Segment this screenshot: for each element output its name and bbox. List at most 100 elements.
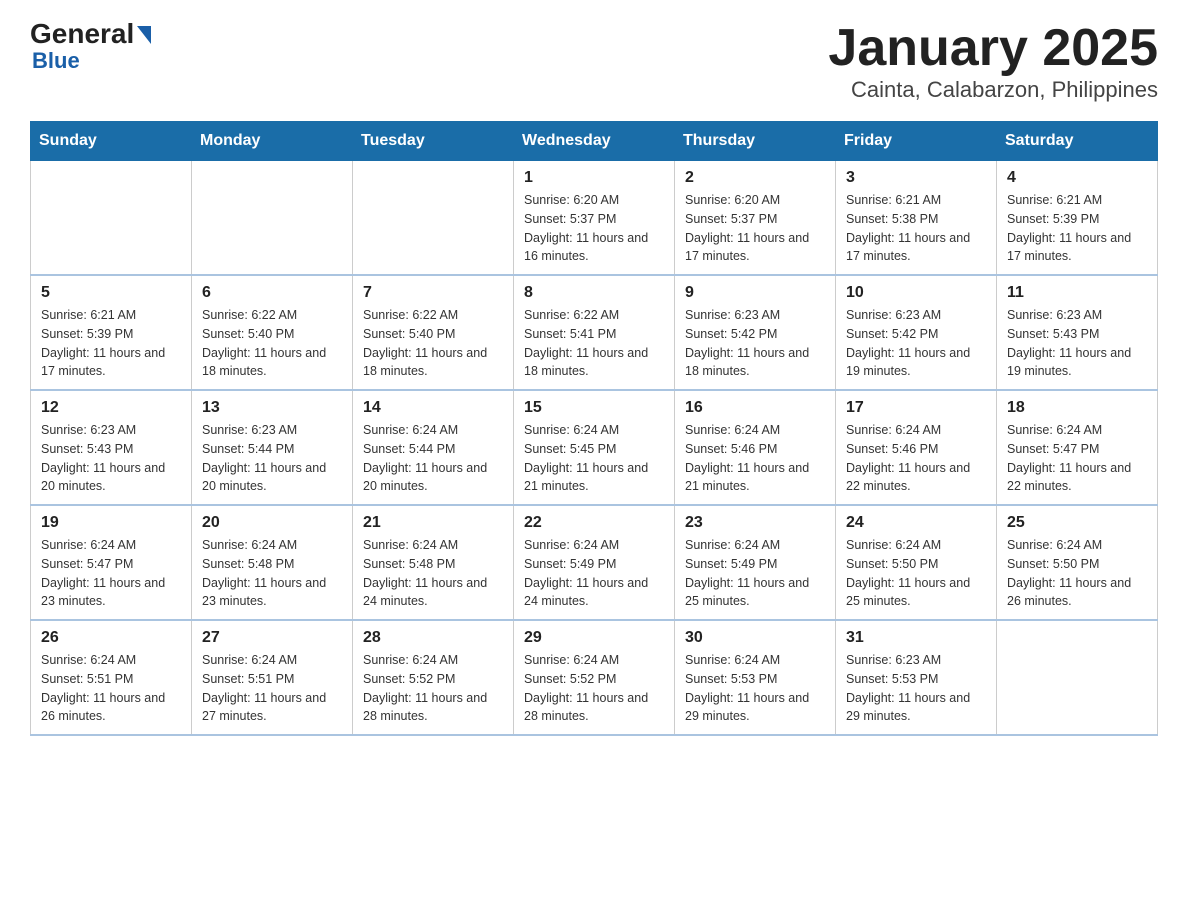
day-info: Sunrise: 6:24 AMSunset: 5:49 PMDaylight:… [685, 536, 825, 611]
calendar-cell: 18 Sunrise: 6:24 AMSunset: 5:47 PMDayligh… [997, 390, 1158, 505]
calendar-cell: 12 Sunrise: 6:23 AMSunset: 5:43 PMDayligh… [31, 390, 192, 505]
day-info: Sunrise: 6:24 AMSunset: 5:50 PMDaylight:… [1007, 536, 1147, 611]
calendar-cell [997, 620, 1158, 735]
calendar-header-tuesday: Tuesday [353, 122, 514, 161]
calendar-cell: 29Sunrise: 6:24 AMSunset: 5:52 PMDayligh… [514, 620, 675, 735]
day-number: 1 [524, 169, 664, 187]
day-info: Sunrise: 6:22 AMSunset: 5:40 PMDaylight:… [363, 306, 503, 381]
day-number: 10 [846, 284, 986, 302]
calendar-cell: 23 Sunrise: 6:24 AMSunset: 5:49 PMDayligh… [675, 505, 836, 620]
calendar-cell: 15 Sunrise: 6:24 AMSunset: 5:45 PMDayligh… [514, 390, 675, 505]
calendar-cell: 22 Sunrise: 6:24 AMSunset: 5:49 PMDayligh… [514, 505, 675, 620]
calendar-cell [31, 161, 192, 276]
day-info: Sunrise: 6:24 AMSunset: 5:44 PMDaylight:… [363, 421, 503, 496]
calendar-cell: 6 Sunrise: 6:22 AMSunset: 5:40 PMDaylight… [192, 275, 353, 390]
day-number: 23 [685, 514, 825, 532]
day-number: 11 [1007, 284, 1147, 302]
calendar-cell: 21 Sunrise: 6:24 AMSunset: 5:48 PMDayligh… [353, 505, 514, 620]
day-number: 12 [41, 399, 181, 417]
day-number: 18 [1007, 399, 1147, 417]
day-info: Sunrise: 6:24 AMSunset: 5:52 PMDaylight:… [524, 651, 664, 726]
day-info: Sunrise: 6:23 AMSunset: 5:43 PMDaylight:… [41, 421, 181, 496]
calendar-cell: 13Sunrise: 6:23 AMSunset: 5:44 PMDayligh… [192, 390, 353, 505]
calendar-cell: 16Sunrise: 6:24 AMSunset: 5:46 PMDayligh… [675, 390, 836, 505]
day-info: Sunrise: 6:24 AMSunset: 5:50 PMDaylight:… [846, 536, 986, 611]
calendar-week-row: 1 Sunrise: 6:20 AMSunset: 5:37 PMDaylight… [31, 161, 1158, 276]
logo-triangle-icon [137, 26, 151, 44]
logo-general-text: General [30, 20, 134, 48]
calendar-cell: 28Sunrise: 6:24 AMSunset: 5:52 PMDayligh… [353, 620, 514, 735]
calendar-week-row: 12 Sunrise: 6:23 AMSunset: 5:43 PMDayligh… [31, 390, 1158, 505]
day-number: 6 [202, 284, 342, 302]
day-info: Sunrise: 6:24 AMSunset: 5:52 PMDaylight:… [363, 651, 503, 726]
calendar-week-row: 5 Sunrise: 6:21 AMSunset: 5:39 PMDaylight… [31, 275, 1158, 390]
calendar-week-row: 19Sunrise: 6:24 AMSunset: 5:47 PMDayligh… [31, 505, 1158, 620]
day-number: 15 [524, 399, 664, 417]
title-block: January 2025 Cainta, Calabarzon, Philipp… [828, 20, 1158, 103]
day-number: 8 [524, 284, 664, 302]
day-info: Sunrise: 6:22 AMSunset: 5:40 PMDaylight:… [202, 306, 342, 381]
day-info: Sunrise: 6:23 AMSunset: 5:43 PMDaylight:… [1007, 306, 1147, 381]
day-number: 20 [202, 514, 342, 532]
day-info: Sunrise: 6:24 AMSunset: 5:49 PMDaylight:… [524, 536, 664, 611]
day-number: 21 [363, 514, 503, 532]
calendar-header-thursday: Thursday [675, 122, 836, 161]
day-info: Sunrise: 6:24 AMSunset: 5:53 PMDaylight:… [685, 651, 825, 726]
calendar-header-monday: Monday [192, 122, 353, 161]
day-number: 27 [202, 629, 342, 647]
day-info: Sunrise: 6:24 AMSunset: 5:46 PMDaylight:… [685, 421, 825, 496]
day-info: Sunrise: 6:21 AMSunset: 5:38 PMDaylight:… [846, 191, 986, 266]
logo: General Blue [30, 20, 151, 74]
calendar-cell: 26 Sunrise: 6:24 AMSunset: 5:51 PMDayligh… [31, 620, 192, 735]
day-number: 3 [846, 169, 986, 187]
day-number: 31 [846, 629, 986, 647]
day-number: 7 [363, 284, 503, 302]
day-info: Sunrise: 6:24 AMSunset: 5:51 PMDaylight:… [41, 651, 181, 726]
day-info: Sunrise: 6:22 AMSunset: 5:41 PMDaylight:… [524, 306, 664, 381]
day-info: Sunrise: 6:23 AMSunset: 5:42 PMDaylight:… [846, 306, 986, 381]
calendar-cell [192, 161, 353, 276]
day-number: 14 [363, 399, 503, 417]
subtitle: Cainta, Calabarzon, Philippines [828, 77, 1158, 103]
calendar-table: SundayMondayTuesdayWednesdayThursdayFrid… [30, 121, 1158, 736]
calendar-cell: 14 Sunrise: 6:24 AMSunset: 5:44 PMDayligh… [353, 390, 514, 505]
day-info: Sunrise: 6:24 AMSunset: 5:46 PMDaylight:… [846, 421, 986, 496]
calendar-week-row: 26 Sunrise: 6:24 AMSunset: 5:51 PMDayligh… [31, 620, 1158, 735]
calendar-header-friday: Friday [836, 122, 997, 161]
day-number: 2 [685, 169, 825, 187]
calendar-header-wednesday: Wednesday [514, 122, 675, 161]
day-info: Sunrise: 6:24 AMSunset: 5:48 PMDaylight:… [202, 536, 342, 611]
calendar-cell: 11 Sunrise: 6:23 AMSunset: 5:43 PMDayligh… [997, 275, 1158, 390]
day-info: Sunrise: 6:20 AMSunset: 5:37 PMDaylight:… [524, 191, 664, 266]
page-title: January 2025 [828, 20, 1158, 77]
day-number: 24 [846, 514, 986, 532]
logo-blue-text: Blue [32, 48, 80, 73]
day-info: Sunrise: 6:24 AMSunset: 5:45 PMDaylight:… [524, 421, 664, 496]
day-number: 30 [685, 629, 825, 647]
day-number: 5 [41, 284, 181, 302]
page-header: General Blue January 2025 Cainta, Calaba… [30, 20, 1158, 103]
day-info: Sunrise: 6:24 AMSunset: 5:48 PMDaylight:… [363, 536, 503, 611]
day-number: 22 [524, 514, 664, 532]
calendar-cell: 19Sunrise: 6:24 AMSunset: 5:47 PMDayligh… [31, 505, 192, 620]
day-info: Sunrise: 6:23 AMSunset: 5:53 PMDaylight:… [846, 651, 986, 726]
calendar-header-saturday: Saturday [997, 122, 1158, 161]
calendar-cell: 2Sunrise: 6:20 AMSunset: 5:37 PMDaylight… [675, 161, 836, 276]
day-info: Sunrise: 6:21 AMSunset: 5:39 PMDaylight:… [1007, 191, 1147, 266]
calendar-cell: 1 Sunrise: 6:20 AMSunset: 5:37 PMDaylight… [514, 161, 675, 276]
day-number: 4 [1007, 169, 1147, 187]
day-number: 26 [41, 629, 181, 647]
calendar-cell: 27Sunrise: 6:24 AMSunset: 5:51 PMDayligh… [192, 620, 353, 735]
day-number: 19 [41, 514, 181, 532]
calendar-cell: 7 Sunrise: 6:22 AMSunset: 5:40 PMDaylight… [353, 275, 514, 390]
day-number: 9 [685, 284, 825, 302]
calendar-header-row: SundayMondayTuesdayWednesdayThursdayFrid… [31, 122, 1158, 161]
day-info: Sunrise: 6:23 AMSunset: 5:44 PMDaylight:… [202, 421, 342, 496]
calendar-cell: 20 Sunrise: 6:24 AMSunset: 5:48 PMDayligh… [192, 505, 353, 620]
calendar-cell: 9Sunrise: 6:23 AMSunset: 5:42 PMDaylight… [675, 275, 836, 390]
day-info: Sunrise: 6:24 AMSunset: 5:47 PMDaylight:… [1007, 421, 1147, 496]
calendar-cell: 17Sunrise: 6:24 AMSunset: 5:46 PMDayligh… [836, 390, 997, 505]
calendar-cell: 3 Sunrise: 6:21 AMSunset: 5:38 PMDaylight… [836, 161, 997, 276]
calendar-cell: 4 Sunrise: 6:21 AMSunset: 5:39 PMDaylight… [997, 161, 1158, 276]
day-info: Sunrise: 6:21 AMSunset: 5:39 PMDaylight:… [41, 306, 181, 381]
